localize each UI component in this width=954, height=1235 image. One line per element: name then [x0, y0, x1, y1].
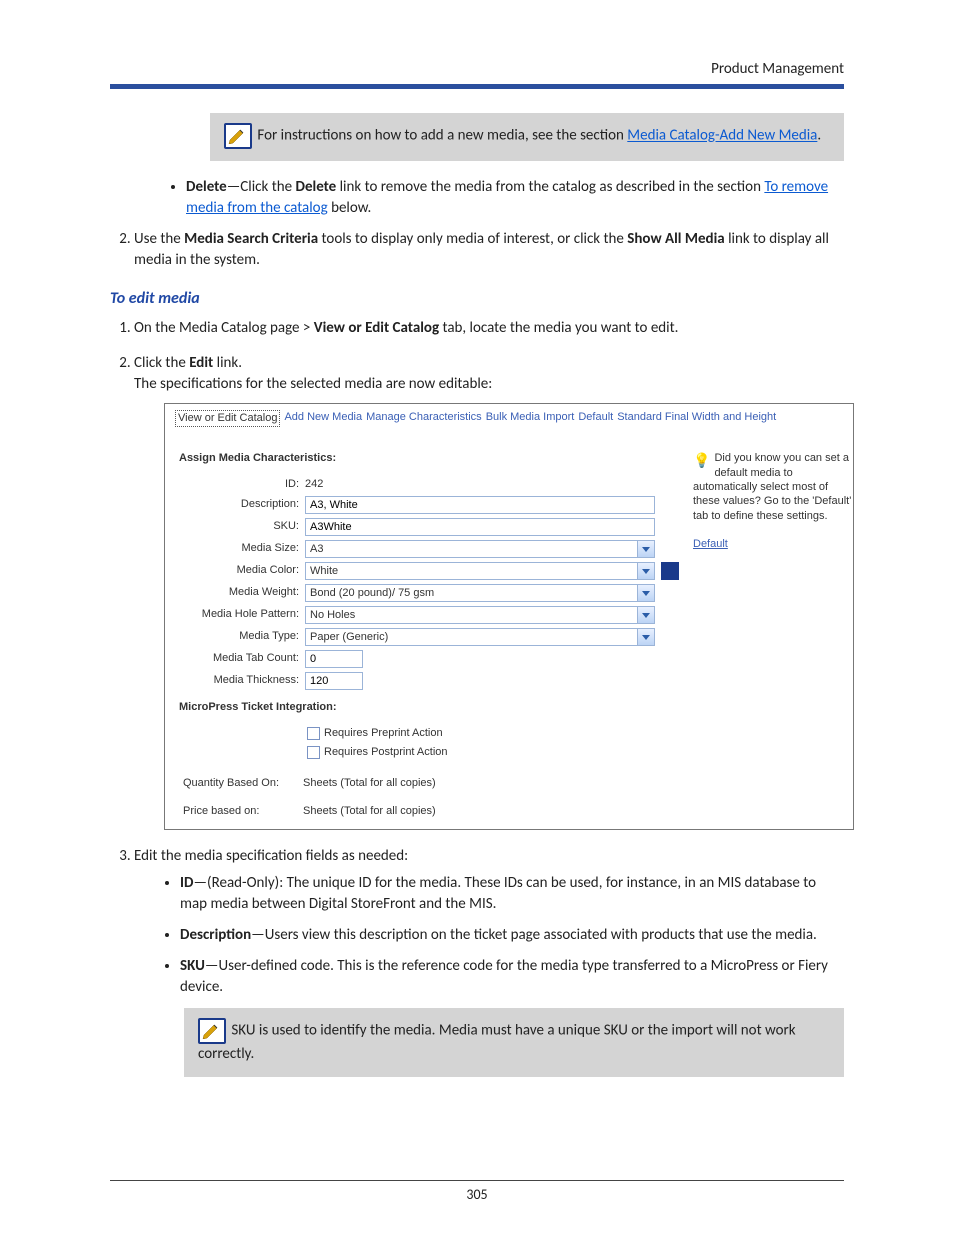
- select-media-hole-value: No Holes: [306, 607, 637, 623]
- select-media-size[interactable]: A3: [305, 540, 655, 558]
- chevron-down-icon[interactable]: [637, 563, 654, 579]
- input-media-tab-count[interactable]: [305, 650, 363, 668]
- select-media-type[interactable]: Paper (Generic): [305, 628, 655, 646]
- checkbox-postprint[interactable]: [307, 746, 320, 759]
- select-media-color[interactable]: White: [305, 562, 655, 580]
- label-media-type: Media Type:: [179, 629, 305, 644]
- screenshot-media-edit: View or Edit Catalog Add New Media Manag…: [164, 403, 854, 830]
- delete-dash: —Click the: [227, 178, 296, 196]
- note-text-suffix: .: [817, 127, 821, 145]
- heading-to-edit-media: To edit media: [110, 289, 844, 308]
- use-mid: tools to display only media of interest,…: [318, 230, 627, 248]
- pencil-note-icon: [224, 123, 252, 149]
- delete-tail: below.: [328, 199, 372, 217]
- note-box-add-media: For instructions on how to add a new med…: [210, 113, 844, 161]
- label-description: Description:: [179, 497, 305, 512]
- field-desc-name: Description: [180, 926, 251, 944]
- input-media-thickness[interactable]: [305, 672, 363, 690]
- tab-add-new-media[interactable]: Add New Media: [284, 410, 362, 427]
- field-sku-name: SKU: [180, 957, 205, 975]
- select-media-type-value: Paper (Generic): [306, 629, 637, 645]
- label-media-tab-count: Media Tab Count:: [179, 651, 305, 666]
- delete-word: Delete: [296, 178, 337, 196]
- note-text-prefix: For instructions on how to add a new med…: [257, 127, 627, 145]
- input-description[interactable]: [305, 496, 655, 514]
- s2-pre: Click the: [134, 354, 189, 372]
- select-media-weight-value: Bond (20 pound)/ 75 gsm: [306, 585, 637, 601]
- use-pre: Use the: [134, 230, 184, 248]
- label-media-weight: Media Weight:: [179, 585, 305, 600]
- field-sku-text: —User-defined code. This is the referenc…: [180, 957, 828, 996]
- value-id: 242: [305, 477, 323, 492]
- label-media-size: Media Size:: [179, 541, 305, 556]
- header-rule: [110, 84, 844, 89]
- checkbox-preprint[interactable]: [307, 727, 320, 740]
- delete-after: link to remove the media from the catalo…: [336, 178, 764, 196]
- s2-post: link.: [213, 354, 242, 372]
- link-media-catalog-add[interactable]: Media Catalog-Add New Media: [627, 127, 817, 145]
- value-price-based-on: Sheets (Total for all copies): [303, 804, 436, 819]
- pencil-note-icon: [198, 1018, 226, 1044]
- chevron-down-icon[interactable]: [637, 585, 654, 601]
- field-id: ID—(Read-Only): The unique ID for the me…: [180, 873, 844, 915]
- field-desc-text: —Users view this description on the tick…: [251, 926, 817, 944]
- label-quantity-based-on: Quantity Based On:: [183, 776, 303, 791]
- s1-post: tab, locate the media you want to edit.: [439, 319, 678, 337]
- field-id-name: ID: [180, 874, 193, 892]
- tab-bulk-media-import[interactable]: Bulk Media Import: [486, 410, 575, 427]
- tip-default-media: 💡 Did you know you can set a default med…: [693, 451, 853, 551]
- use-bold2: Show All Media: [627, 230, 724, 248]
- s1-bold: View or Edit Catalog: [314, 319, 439, 337]
- footer-rule: [110, 1180, 844, 1181]
- select-media-hole-pattern[interactable]: No Holes: [305, 606, 655, 624]
- label-sku: SKU:: [179, 519, 305, 534]
- page-number: 305: [0, 1186, 954, 1203]
- note2-text: SKU is used to identify the media. Media…: [198, 1022, 796, 1063]
- s3-text: Edit the media specification fields as n…: [134, 847, 408, 865]
- tip-text: Did you know you can set a default media…: [693, 452, 851, 521]
- page-header-title: Product Management: [110, 60, 844, 78]
- field-id-text: —(Read-Only): The unique ID for the medi…: [180, 874, 816, 913]
- tab-manage-characteristics[interactable]: Manage Characteristics: [366, 410, 482, 427]
- tab-default[interactable]: Default: [578, 410, 613, 427]
- label-media-color: Media Color:: [179, 563, 305, 578]
- bullet-delete: Delete—Click the Delete link to remove t…: [186, 177, 844, 219]
- chevron-down-icon[interactable]: [637, 607, 654, 623]
- label-preprint: Requires Preprint Action: [324, 726, 443, 741]
- note-box-sku: SKU is used to identify the media. Media…: [184, 1008, 844, 1077]
- micropress-title: MicroPress Ticket Integration:: [179, 700, 839, 715]
- use-bold1: Media Search Criteria: [184, 230, 318, 248]
- input-sku[interactable]: [305, 518, 655, 536]
- select-media-color-value: White: [306, 563, 637, 579]
- delete-lead: Delete: [186, 178, 227, 196]
- lightbulb-icon: 💡: [693, 451, 710, 469]
- step-use-media-search: Use the Media Search Criteria tools to d…: [134, 229, 844, 271]
- select-media-size-value: A3: [306, 541, 637, 557]
- label-media-thickness: Media Thickness:: [179, 673, 305, 688]
- s2-line2: The specifications for the selected medi…: [134, 375, 492, 393]
- s2-bold: Edit: [189, 354, 213, 372]
- tab-view-edit-catalog[interactable]: View or Edit Catalog: [175, 410, 280, 427]
- label-postprint: Requires Postprint Action: [324, 745, 448, 760]
- edit-step-2: Click the Edit link. The specifications …: [134, 353, 844, 830]
- label-price-based-on: Price based on:: [183, 804, 303, 819]
- color-swatch: [661, 562, 679, 580]
- tab-standard-final-wh[interactable]: Standard Final Width and Height: [617, 410, 776, 427]
- edit-step-3: Edit the media specification fields as n…: [134, 846, 844, 1077]
- label-media-hole-pattern: Media Hole Pattern:: [179, 607, 305, 622]
- chevron-down-icon[interactable]: [637, 629, 654, 645]
- edit-step-1: On the Media Catalog page > View or Edit…: [134, 318, 844, 339]
- value-quantity-based-on: Sheets (Total for all copies): [303, 776, 436, 791]
- field-description: Description—Users view this description …: [180, 925, 844, 946]
- tip-default-link[interactable]: Default: [693, 538, 728, 550]
- field-sku: SKU—User-defined code. This is the refer…: [180, 956, 844, 998]
- label-id: ID:: [179, 477, 305, 492]
- select-media-weight[interactable]: Bond (20 pound)/ 75 gsm: [305, 584, 655, 602]
- chevron-down-icon[interactable]: [637, 541, 654, 557]
- s1-pre: On the Media Catalog page >: [134, 319, 314, 337]
